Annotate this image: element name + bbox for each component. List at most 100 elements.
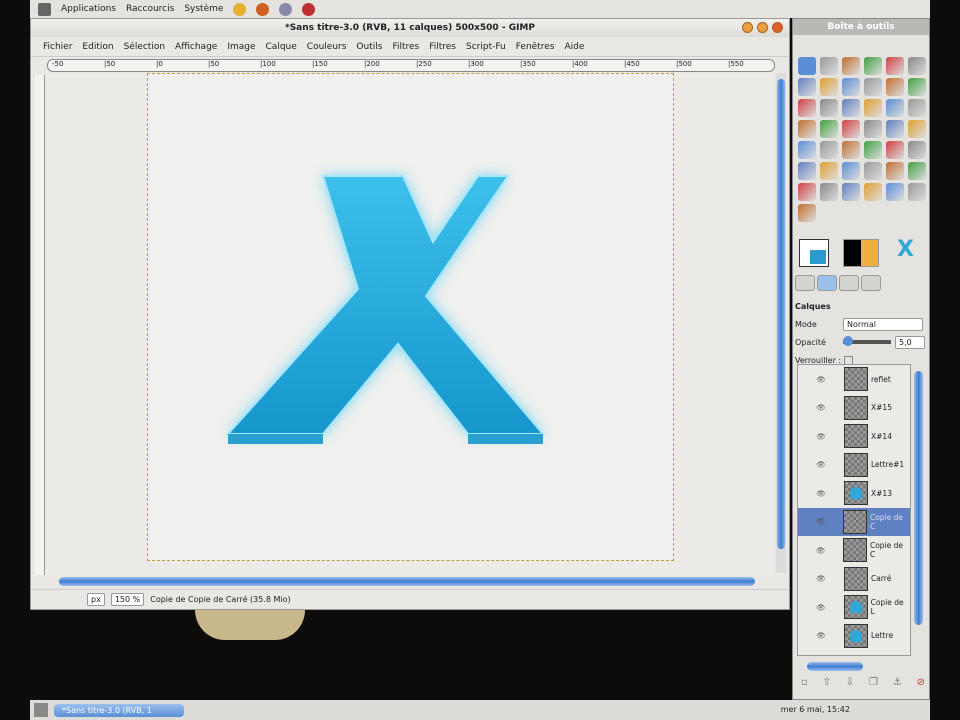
- tab-colormap[interactable]: [861, 275, 881, 291]
- menu-affichage[interactable]: Affichage: [175, 42, 217, 52]
- color-select-tool-icon[interactable]: [886, 57, 904, 75]
- align-tool-icon[interactable]: [798, 99, 816, 117]
- horizontal-scrollbar[interactable]: [59, 577, 755, 586]
- duplicate-layer-icon[interactable]: ❐: [869, 677, 878, 688]
- rect-select-tool-icon[interactable]: [798, 57, 816, 75]
- new-layer-icon[interactable]: ▫: [801, 677, 808, 688]
- title-bar[interactable]: *Sans titre-3.0 (RVB, 11 calques) 500x50…: [31, 19, 789, 37]
- perspective-tool-icon[interactable]: [908, 99, 926, 117]
- delete-layer-icon[interactable]: ⊘: [917, 677, 925, 688]
- scale-tool-icon[interactable]: [864, 99, 882, 117]
- pencil-tool-icon[interactable]: [886, 120, 904, 138]
- minimize-button[interactable]: [742, 22, 753, 33]
- layer-row[interactable]: 👁 Lettre#1: [798, 451, 910, 480]
- layer-row[interactable]: 👁 X#14: [798, 422, 910, 451]
- foreground-select-tool-icon[interactable]: [798, 78, 816, 96]
- shear-tool-icon[interactable]: [886, 99, 904, 117]
- layer-row[interactable]: 👁 Lettre: [798, 622, 910, 651]
- free-select-tool-icon[interactable]: [842, 57, 860, 75]
- brightness-tool-icon[interactable]: [842, 183, 860, 201]
- launcher-icon[interactable]: [302, 2, 316, 16]
- close-button[interactable]: [772, 22, 783, 33]
- menu-couleurs[interactable]: Couleurs: [307, 42, 347, 52]
- scissors-tool-icon[interactable]: [908, 57, 926, 75]
- menu-aide[interactable]: Aide: [564, 42, 584, 52]
- flip-tool-icon[interactable]: [798, 120, 816, 138]
- raise-layer-icon[interactable]: ⇧: [823, 677, 831, 688]
- menu-calque[interactable]: Calque: [266, 42, 297, 52]
- clock[interactable]: mer 6 mai, 15:42: [781, 705, 850, 714]
- ellipse-select-tool-icon[interactable]: [820, 57, 838, 75]
- launcher-icon[interactable]: [233, 2, 247, 16]
- layer-row[interactable]: 👁 Copie de C: [798, 536, 910, 565]
- layer-row[interactable]: 👁 Copie de L: [798, 593, 910, 622]
- bucket-tool-icon[interactable]: [842, 120, 860, 138]
- anchor-icon[interactable]: ⚓: [893, 677, 902, 688]
- blend-tool-icon[interactable]: [864, 120, 882, 138]
- zoom-select[interactable]: 150 %: [110, 593, 145, 606]
- fuzzy-select-tool-icon[interactable]: [864, 57, 882, 75]
- color-balance-tool-icon[interactable]: [798, 183, 816, 201]
- menu-filtres[interactable]: Filtres: [429, 42, 456, 52]
- vertical-scrollbar[interactable]: [776, 73, 786, 573]
- layer-row[interactable]: 👁 reflet: [798, 365, 910, 394]
- move-tool-icon[interactable]: [908, 78, 926, 96]
- menu-scriptfu[interactable]: Script-Fu: [466, 42, 506, 52]
- desaturate-tool-icon[interactable]: [908, 183, 926, 201]
- show-desktop-icon[interactable]: [34, 703, 48, 717]
- mode-select[interactable]: Normal: [843, 317, 923, 331]
- threshold-tool-icon[interactable]: [908, 162, 926, 180]
- visibility-eye-icon[interactable]: 👁: [798, 574, 844, 583]
- posterize-tool-icon[interactable]: [886, 183, 904, 201]
- unit-select[interactable]: px: [87, 593, 105, 606]
- menu-outils[interactable]: Outils: [356, 42, 382, 52]
- fg-bg-color[interactable]: [799, 239, 829, 267]
- canvas[interactable]: [47, 73, 775, 576]
- eraser-tool-icon[interactable]: [798, 141, 816, 159]
- zoom-tool-icon[interactable]: [864, 78, 882, 96]
- visibility-eye-icon[interactable]: 👁: [798, 403, 844, 412]
- lower-layer-icon[interactable]: ⇩: [846, 677, 854, 688]
- heal-tool-icon[interactable]: [886, 141, 904, 159]
- visibility-eye-icon[interactable]: 👁: [798, 603, 844, 612]
- crop-tool-icon[interactable]: [820, 99, 838, 117]
- smudge-tool-icon[interactable]: [798, 162, 816, 180]
- menu-fichier[interactable]: Fichier: [43, 42, 72, 52]
- visibility-eye-icon[interactable]: 👁: [798, 460, 844, 469]
- tab-channels[interactable]: [839, 275, 859, 291]
- visibility-eye-icon[interactable]: 👁: [798, 546, 843, 555]
- layer-row[interactable]: 👁 Copie de C: [798, 507, 910, 536]
- menu-image[interactable]: Image: [227, 42, 255, 52]
- curves-tool-icon[interactable]: [886, 162, 904, 180]
- layer-row[interactable]: 👁 Carré: [798, 565, 910, 594]
- tab-layers[interactable]: [817, 275, 837, 291]
- hue-sat-tool-icon[interactable]: [820, 183, 838, 201]
- opacity-input[interactable]: 5,0: [895, 335, 925, 349]
- measure-tool-icon[interactable]: [886, 78, 904, 96]
- menu-raccourcis[interactable]: Raccourcis: [126, 4, 174, 14]
- text-tool-icon[interactable]: [820, 120, 838, 138]
- paintbrush-tool-icon[interactable]: [908, 120, 926, 138]
- blur-tool-icon[interactable]: [820, 162, 838, 180]
- airbrush-tool-icon[interactable]: [820, 141, 838, 159]
- paths-tool-icon[interactable]: [820, 78, 838, 96]
- menu-slection[interactable]: Sélection: [124, 42, 165, 52]
- rotate-tool-icon[interactable]: [842, 99, 860, 117]
- brush-pattern-gradient[interactable]: [843, 239, 879, 267]
- gnome-foot-icon[interactable]: [38, 2, 51, 16]
- menu-systeme[interactable]: Système: [184, 4, 223, 14]
- visibility-eye-icon[interactable]: 👁: [798, 489, 844, 498]
- opacity-slider[interactable]: [843, 336, 891, 346]
- visibility-eye-icon[interactable]: 👁: [798, 517, 843, 526]
- maximize-button[interactable]: [757, 22, 768, 33]
- menu-fentres[interactable]: Fenêtres: [516, 42, 555, 52]
- menu-edition[interactable]: Edition: [82, 42, 113, 52]
- launcher-icon[interactable]: [279, 2, 293, 16]
- image-area[interactable]: [147, 73, 674, 561]
- menu-filtres[interactable]: Filtres: [392, 42, 419, 52]
- clone-tool-icon[interactable]: [864, 141, 882, 159]
- tab-tool-options[interactable]: [795, 275, 815, 291]
- layer-list-scrollbar[interactable]: [914, 371, 923, 625]
- gimp-logo-tool-icon[interactable]: [798, 204, 816, 222]
- colorize-tool-icon[interactable]: [864, 183, 882, 201]
